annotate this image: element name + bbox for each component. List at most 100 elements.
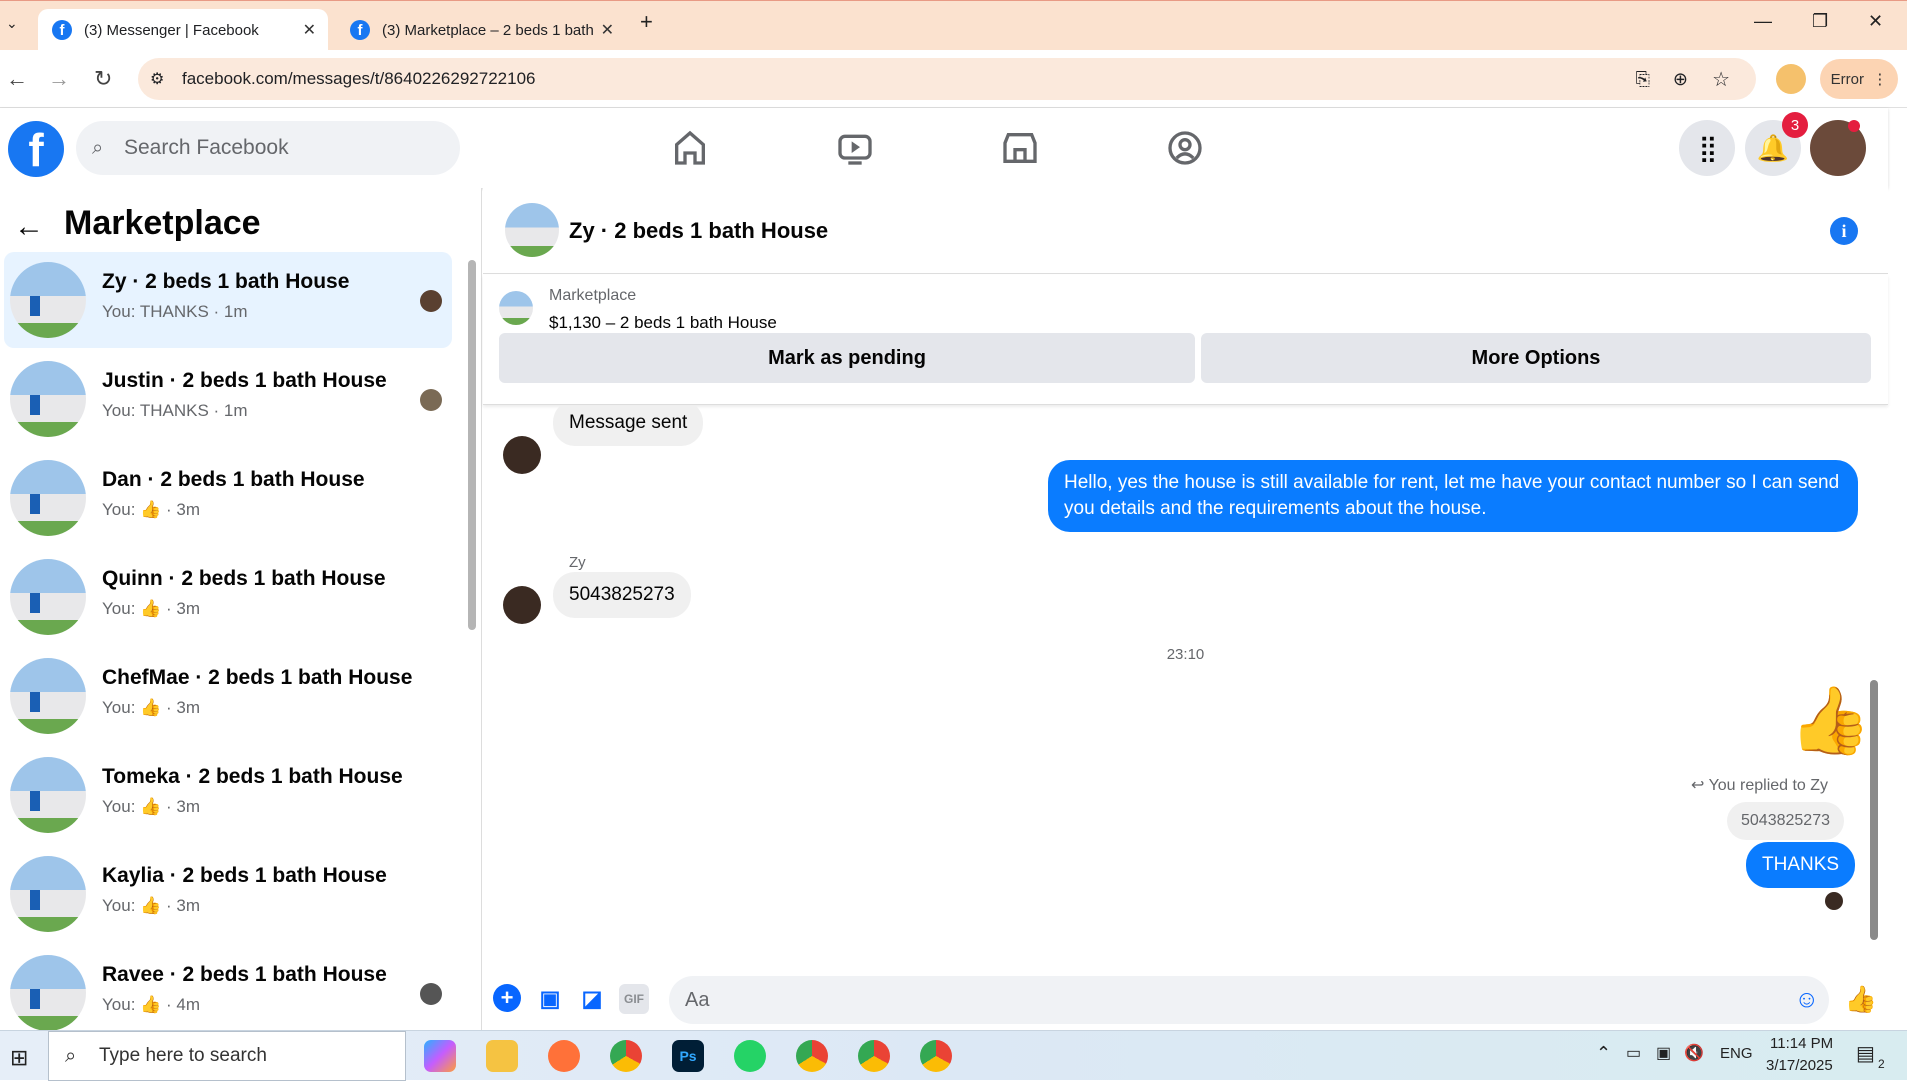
watch-icon[interactable] bbox=[835, 128, 875, 168]
listing-thumbnail bbox=[10, 262, 86, 338]
taskbar-search-placeholder: Type here to search bbox=[99, 1045, 267, 1066]
add-icon[interactable]: + bbox=[493, 984, 521, 1012]
emoji-icon[interactable]: ☺ bbox=[1794, 986, 1819, 1014]
conversation-item[interactable]: Justin · 2 beds 1 bath House You: THANKS… bbox=[4, 351, 452, 447]
conversation-item[interactable]: Tomeka · 2 beds 1 bath House You: 👍 · 3m bbox=[4, 747, 452, 843]
profile-icon[interactable] bbox=[1776, 64, 1806, 94]
windows-taskbar: ⊞ ⌕ Type here to search Ps ⌃ ▭ ▣ 🔇 ENG 1… bbox=[0, 1030, 1907, 1081]
minimize-icon[interactable]: — bbox=[1754, 11, 1772, 32]
message-bubble: THANKS bbox=[1746, 842, 1856, 888]
url-field[interactable]: ⚙ facebook.com/messages/t/86402262927221… bbox=[138, 58, 1756, 100]
listing-title[interactable]: $1,130 – 2 beds 1 bath House bbox=[549, 313, 777, 333]
back-arrow-icon[interactable]: ← bbox=[14, 210, 44, 244]
like-thumb-icon: 👍 bbox=[1789, 683, 1872, 757]
conversation-item[interactable]: Dan · 2 beds 1 bath House You: 👍 · 3m bbox=[4, 450, 452, 546]
chrome-profile-icon[interactable] bbox=[858, 1040, 890, 1072]
file-explorer-icon[interactable] bbox=[486, 1040, 518, 1072]
chat-title[interactable]: Zy · 2 beds 1 bath House bbox=[569, 218, 828, 244]
tray-chevron-icon[interactable]: ⌃ bbox=[1596, 1043, 1611, 1064]
conversation-item[interactable]: Ravee · 2 beds 1 bath House You: 👍 · 4m bbox=[4, 945, 452, 1030]
chat-avatar[interactable] bbox=[505, 203, 559, 257]
home-icon[interactable] bbox=[670, 128, 710, 168]
firefox-icon[interactable] bbox=[548, 1040, 580, 1072]
network-icon[interactable]: ▣ bbox=[1656, 1043, 1671, 1063]
conversation-name: ChefMae · 2 beds 1 bath House bbox=[102, 666, 413, 689]
read-receipt-avatar bbox=[1825, 892, 1843, 910]
sender-avatar bbox=[503, 436, 541, 474]
menu-grid-icon[interactable]: ⣿ bbox=[1679, 120, 1735, 176]
forward-icon[interactable]: → bbox=[48, 66, 70, 92]
conversation-preview: You: 👍 · 4m bbox=[102, 995, 201, 1014]
taskbar-search[interactable]: ⌕ Type here to search bbox=[48, 1031, 406, 1081]
reload-icon[interactable]: ↻ bbox=[94, 66, 112, 92]
chrome-icon[interactable] bbox=[610, 1040, 642, 1072]
restore-icon[interactable]: ❐ bbox=[1812, 11, 1828, 32]
conversation-item[interactable]: Zy · 2 beds 1 bath House You: THANKS · 1… bbox=[4, 252, 452, 348]
mark-pending-button[interactable]: Mark as pending bbox=[499, 333, 1195, 383]
close-tab-icon[interactable]: ✕ bbox=[601, 20, 614, 40]
search-input[interactable]: ⌕ Search Facebook bbox=[76, 121, 460, 175]
volume-muted-icon[interactable]: 🔇 bbox=[1684, 1043, 1704, 1063]
conversation-item[interactable]: ChefMae · 2 beds 1 bath House You: 👍 · 3… bbox=[4, 648, 452, 744]
marketplace-listing-panel: Marketplace $1,130 – 2 beds 1 bath House… bbox=[483, 275, 1888, 405]
browser-tab-strip: ⌄ f (3) Messenger | Facebook ✕ f (3) Mar… bbox=[0, 0, 1907, 51]
clock-time[interactable]: 11:14 PM bbox=[1770, 1035, 1833, 1052]
conversation-name: Dan · 2 beds 1 bath House bbox=[102, 468, 365, 491]
conversation-preview: You: 👍 · 3m bbox=[102, 500, 201, 519]
chrome-profile-icon[interactable] bbox=[796, 1040, 828, 1072]
search-placeholder: Search Facebook bbox=[124, 136, 289, 159]
search-icon: ⌕ bbox=[65, 1044, 77, 1067]
chat-pane: Zy · 2 beds 1 bath House i Marketplace $… bbox=[483, 188, 1888, 1030]
back-icon[interactable]: ← bbox=[6, 66, 28, 92]
info-icon[interactable]: i bbox=[1830, 217, 1858, 245]
send-like-icon[interactable]: 👍 bbox=[1845, 984, 1877, 1014]
message-input[interactable]: Aa ☺ bbox=[669, 976, 1829, 1024]
windows-start-icon[interactable]: ⊞ bbox=[10, 1045, 28, 1071]
site-info-icon[interactable]: ⚙ bbox=[150, 69, 164, 89]
tab-search-chevron-icon[interactable]: ⌄ bbox=[6, 15, 18, 32]
new-tab-icon[interactable]: + bbox=[640, 9, 653, 35]
groups-icon[interactable] bbox=[1165, 128, 1205, 168]
conversation-name: Ravee · 2 beds 1 bath House bbox=[102, 963, 387, 986]
language-indicator[interactable]: ENG bbox=[1720, 1045, 1753, 1062]
facebook-logo[interactable]: f bbox=[8, 121, 64, 177]
photo-icon[interactable]: ▣ bbox=[535, 984, 565, 1014]
install-app-icon[interactable]: ⎘ bbox=[1636, 69, 1650, 90]
marketplace-icon[interactable] bbox=[1000, 128, 1040, 168]
account-dot bbox=[1848, 120, 1860, 132]
tab-title: (3) Messenger | Facebook bbox=[84, 21, 259, 39]
sidebar-scrollbar[interactable] bbox=[468, 260, 476, 630]
copilot-icon[interactable] bbox=[424, 1040, 456, 1072]
zoom-icon[interactable]: ⊕ bbox=[1673, 69, 1688, 90]
listing-thumbnail bbox=[10, 856, 86, 932]
conversation-item[interactable]: Kaylia · 2 beds 1 bath House You: 👍 · 3m bbox=[4, 846, 452, 942]
conversation-preview: You: 👍 · 3m bbox=[102, 599, 201, 618]
gif-icon[interactable]: GIF bbox=[619, 984, 649, 1014]
tab-messenger[interactable]: f (3) Messenger | Facebook ✕ bbox=[38, 9, 328, 51]
marketplace-label: Marketplace bbox=[549, 287, 637, 304]
tray-devices-icon[interactable]: ▭ bbox=[1626, 1043, 1641, 1063]
tab-marketplace[interactable]: f (3) Marketplace – 2 beds 1 bath ✕ bbox=[336, 9, 626, 51]
seen-avatar bbox=[420, 290, 442, 312]
url-text: facebook.com/messages/t/8640226292722106 bbox=[182, 69, 536, 88]
conversation-name: Kaylia · 2 beds 1 bath House bbox=[102, 864, 387, 887]
close-window-icon[interactable]: ✕ bbox=[1868, 11, 1883, 32]
conversation-preview: You: 👍 · 3m bbox=[102, 896, 201, 915]
sticker-icon[interactable]: ◪ bbox=[577, 984, 607, 1014]
chrome-profile-icon[interactable] bbox=[920, 1040, 952, 1072]
whatsapp-icon[interactable] bbox=[734, 1040, 766, 1072]
photoshop-icon[interactable]: Ps bbox=[672, 1040, 704, 1072]
conversation-preview: You: 👍 · 3m bbox=[102, 797, 201, 816]
sender-avatar bbox=[503, 586, 541, 624]
facebook-favicon-icon: f bbox=[52, 20, 72, 40]
profile-error-button[interactable]: Error ⋮ bbox=[1820, 59, 1898, 99]
conversation-sidebar: ← Marketplace Zy · 2 beds 1 bath House Y… bbox=[0, 188, 482, 1030]
clock-date[interactable]: 3/17/2025 bbox=[1766, 1057, 1833, 1074]
sender-name: Zy bbox=[569, 554, 586, 571]
notification-center-icon[interactable]: ▤ bbox=[1856, 1041, 1875, 1066]
more-options-button[interactable]: More Options bbox=[1201, 333, 1871, 383]
chat-scrollbar[interactable] bbox=[1870, 680, 1878, 940]
close-tab-icon[interactable]: ✕ bbox=[303, 20, 316, 40]
conversation-item[interactable]: Quinn · 2 beds 1 bath House You: 👍 · 3m bbox=[4, 549, 452, 645]
bookmark-star-icon[interactable]: ☆ bbox=[1712, 67, 1730, 92]
